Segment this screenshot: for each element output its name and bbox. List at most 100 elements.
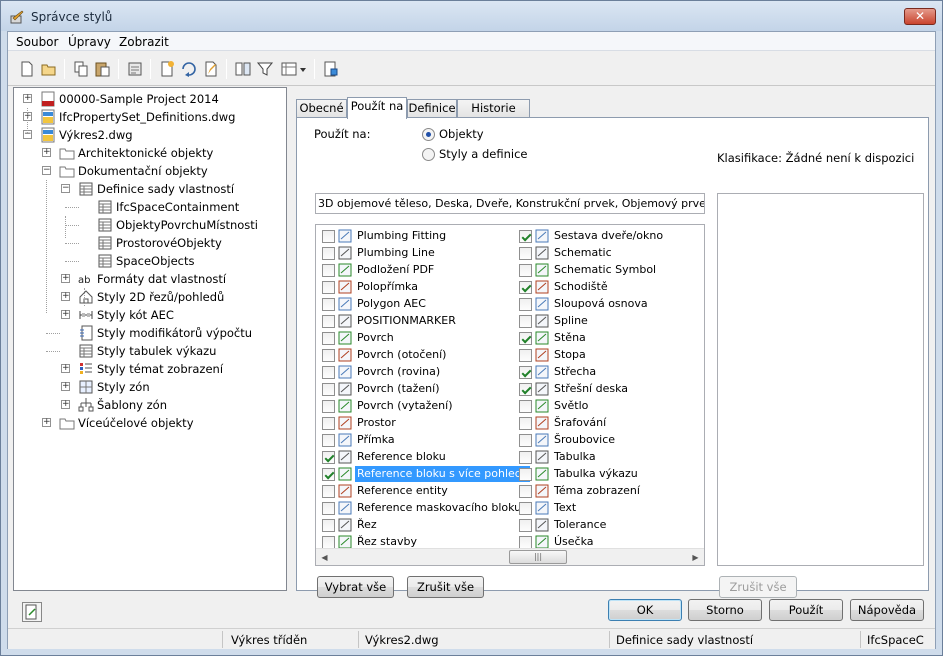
object-type-checkbox[interactable] (322, 451, 335, 464)
classification-deselect-button[interactable]: Zrušit vše (719, 576, 797, 598)
object-type-checkbox[interactable] (519, 366, 532, 379)
tree-node[interactable]: − Dokumentační objekty (14, 162, 284, 180)
new-style-icon[interactable] (158, 60, 176, 78)
object-type-checkbox[interactable] (519, 247, 532, 260)
tree-node[interactable]: ObjektyPovrchuMístnosti (14, 216, 284, 234)
paste-icon[interactable] (94, 60, 112, 78)
object-type-checkbox[interactable] (322, 468, 335, 481)
set-from-icon[interactable] (180, 60, 198, 78)
style-tree[interactable]: +00000-Sample Project 2014 + IfcPropertySe… (13, 87, 287, 591)
new-drawing-icon[interactable] (18, 60, 36, 78)
expand-icon[interactable]: + (23, 94, 32, 103)
object-type-checkbox[interactable] (519, 298, 532, 311)
tab-definice[interactable]: Definice (407, 99, 457, 118)
object-type-checkbox[interactable] (519, 519, 532, 532)
expand-icon[interactable]: + (61, 292, 70, 301)
object-type-checkbox[interactable] (519, 349, 532, 362)
object-type-checkbox[interactable] (322, 502, 335, 515)
object-type-checkbox[interactable] (322, 298, 335, 311)
tree-node[interactable]: + Styly zón (14, 378, 284, 396)
tree-node[interactable]: − Výkres2.dwg (14, 126, 284, 144)
deselect-all-button[interactable]: Zrušit vše (407, 576, 484, 598)
tree-node[interactable]: + Architektonické objekty (14, 144, 284, 162)
ok-button[interactable]: OK (608, 599, 682, 621)
object-type-checkbox[interactable] (519, 332, 532, 345)
tree-node[interactable]: + IfcPropertySet_Definitions.dwg (14, 108, 284, 126)
select-all-button[interactable]: Vybrat vše (317, 576, 394, 598)
object-type-checkbox[interactable] (322, 417, 335, 430)
filter-icon[interactable] (256, 60, 274, 78)
expand-icon[interactable]: + (42, 418, 51, 427)
object-type-checkbox[interactable] (322, 349, 335, 362)
object-type-checkbox[interactable] (519, 383, 532, 396)
objects-radio-label[interactable]: Objekty (439, 127, 484, 141)
purge-icon[interactable] (126, 60, 144, 78)
object-type-checkbox[interactable] (519, 434, 532, 447)
expand-icon[interactable]: + (61, 364, 70, 373)
object-type-checkbox[interactable] (322, 332, 335, 345)
tree-node[interactable]: Styly tabulek výkazu (14, 342, 284, 360)
object-type-checkbox[interactable] (322, 400, 335, 413)
edit-style-icon[interactable] (202, 60, 220, 78)
open-drawing-icon[interactable] (40, 60, 58, 78)
collapse-icon[interactable]: − (61, 184, 70, 193)
menu-soubor[interactable]: Soubor (16, 35, 58, 49)
object-type-checkbox[interactable] (519, 502, 532, 515)
object-type-checkbox[interactable] (322, 485, 335, 498)
tree-node[interactable]: + Styly témat zobrazení (14, 360, 284, 378)
menu-zobrazit[interactable]: Zobrazit (119, 35, 169, 49)
object-type-checkbox[interactable] (519, 468, 532, 481)
objects-radio[interactable] (422, 128, 435, 141)
expand-icon[interactable]: + (61, 274, 70, 283)
copy-icon[interactable] (72, 60, 90, 78)
object-type-checkbox[interactable] (322, 281, 335, 294)
styles-definitions-radio-label[interactable]: Styly a definice (439, 147, 527, 161)
horizontal-scrollbar[interactable]: ◀ ||| ▶ (316, 548, 704, 565)
tab-historie-verzi[interactable]: Historie verzí (457, 99, 530, 132)
apply-button[interactable]: Použít (769, 599, 843, 621)
object-type-checkbox[interactable] (322, 315, 335, 328)
help-icon[interactable] (322, 60, 340, 78)
collapse-icon[interactable]: − (42, 166, 51, 175)
object-type-checkbox[interactable] (322, 519, 335, 532)
styles-definitions-radio[interactable] (422, 148, 435, 161)
scroll-left-icon[interactable]: ◀ (316, 549, 333, 565)
tree-node[interactable]: Styly modifikátorů výpočtu (14, 324, 284, 342)
tree-node[interactable]: ProstorovéObjekty (14, 234, 284, 252)
toggle-view-icon[interactable] (234, 60, 252, 78)
tree-node[interactable]: + Styly kót AEC (14, 306, 284, 324)
expand-icon[interactable]: + (61, 310, 70, 319)
expand-icon[interactable]: + (42, 148, 51, 157)
object-type-checkbox[interactable] (322, 230, 335, 243)
object-type-checkbox[interactable] (519, 264, 532, 277)
view-dropdown-icon[interactable] (280, 60, 308, 78)
object-type-checkbox[interactable] (519, 315, 532, 328)
tree-node[interactable]: + ab Formáty dat vlastností (14, 270, 284, 288)
tree-node[interactable]: +00000-Sample Project 2014 (14, 90, 284, 108)
object-type-checkbox[interactable] (519, 230, 532, 243)
object-type-checkbox[interactable] (519, 485, 532, 498)
object-type-list[interactable]: Plumbing Fitting Plumbing Line Podložení P… (315, 224, 705, 566)
cancel-button[interactable]: Storno (688, 599, 762, 621)
object-type-checkbox[interactable] (322, 264, 335, 277)
close-button[interactable]: ✕ (904, 8, 936, 25)
tree-node[interactable]: SpaceObjects (14, 252, 284, 270)
menu-upravy[interactable]: Úpravy (68, 35, 111, 49)
tree-node[interactable]: + Styly 2D řezů/pohledů (14, 288, 284, 306)
tree-node[interactable]: IfcSpaceContainment (14, 198, 284, 216)
scroll-thumb[interactable]: ||| (509, 550, 567, 564)
object-type-checkbox[interactable] (322, 383, 335, 396)
tree-node[interactable]: + Víceúčelové objekty (14, 414, 284, 432)
object-type-checkbox[interactable] (322, 366, 335, 379)
object-type-checkbox[interactable] (519, 281, 532, 294)
object-type-checkbox[interactable] (322, 247, 335, 260)
object-type-checkbox[interactable] (519, 400, 532, 413)
expand-icon[interactable]: + (61, 400, 70, 409)
tree-node[interactable]: − Definice sady vlastností (14, 180, 284, 198)
object-type-checkbox[interactable] (519, 417, 532, 430)
object-type-checkbox[interactable] (519, 451, 532, 464)
help-button[interactable]: Nápověda (850, 599, 924, 621)
object-type-checkbox[interactable] (322, 434, 335, 447)
drawing-sort-icon[interactable] (22, 602, 42, 622)
tree-node[interactable]: + Šablony zón (14, 396, 284, 414)
